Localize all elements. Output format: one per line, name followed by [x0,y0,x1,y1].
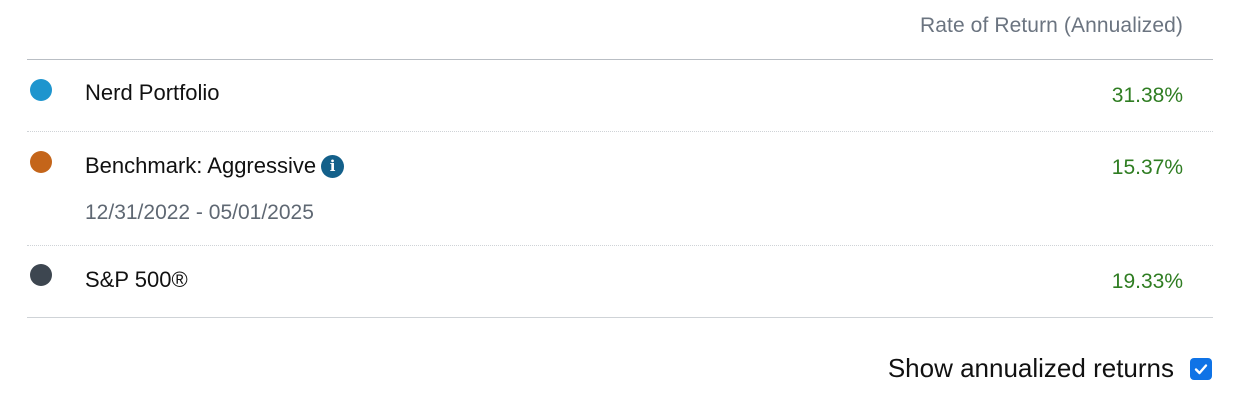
rate-of-return-value: 19.33% [1111,270,1183,293]
series-name-label: Benchmark: Aggressive [85,153,317,178]
annualized-checkbox[interactable] [1190,357,1212,380]
series-name: Nerd Portfolio [85,80,220,106]
row-divider [27,317,1213,318]
benchmark-date-range: 12/31/2022 - 05/01/2025 [85,201,314,224]
checkmark-icon [1194,363,1208,374]
returns-row-benchmark: Benchmark: Aggressive i 12/31/2022 - 05/… [27,132,1213,246]
series-name-label: Nerd Portfolio [85,80,220,105]
rate-of-return-column-header: Rate of Return (Annualized) [919,14,1183,37]
returns-row-sp500: S&P 500® 19.33% [27,246,1213,318]
series-name: Benchmark: Aggressive i [85,153,345,179]
rate-of-return-value: 31.38% [1111,84,1183,107]
series-dot-icon [30,79,52,101]
rate-of-return-value: 15.37% [1111,156,1183,179]
annualized-toggle: Show annualized returns [888,353,1212,384]
annualized-toggle-label[interactable]: Show annualized returns [888,353,1174,384]
series-name-label: S&P 500® [85,267,188,292]
series-dot-icon [30,264,52,286]
series-dot-icon [30,151,52,173]
series-name: S&P 500® [85,267,188,293]
info-icon[interactable]: i [321,154,345,178]
returns-row-nerd-portfolio: Nerd Portfolio 31.38% [27,60,1213,132]
